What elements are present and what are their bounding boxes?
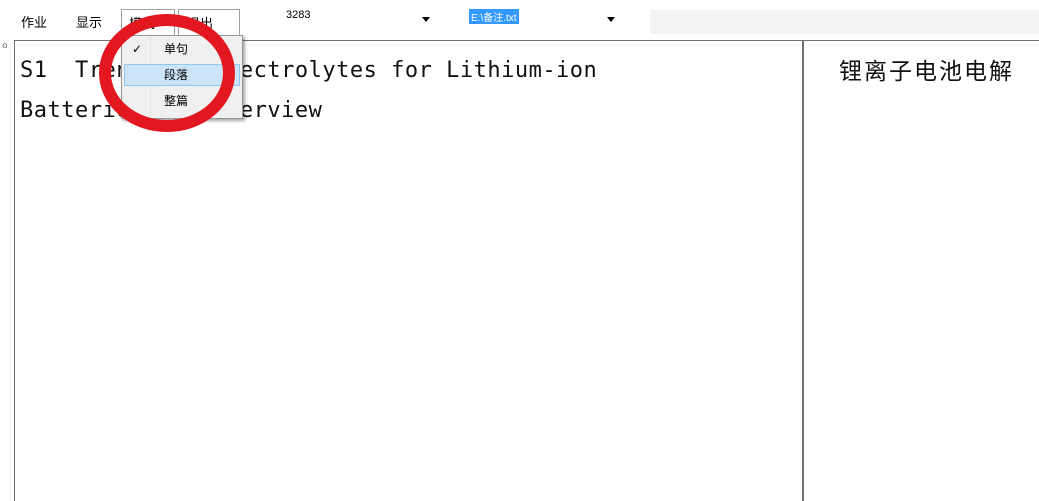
mode-dropdown-menu: ✓ 单句 段落 整篇 <box>121 35 243 119</box>
menu-exit-tab[interactable]: 退出 <box>178 9 240 36</box>
top-bar: 作业 显示 模式 退出 3283 E:\备注.txt <box>0 0 1039 36</box>
id-combo-value: 3283 <box>286 9 311 21</box>
pane-marker-icon: ⊙ <box>2 42 8 50</box>
menu-item-paragraph[interactable]: 段落 <box>124 64 240 86</box>
file-combo[interactable]: E:\备注.txt <box>467 8 619 30</box>
file-combo-value: E:\备注.txt <box>469 9 519 24</box>
menu-item-label: 单句 <box>164 42 189 56</box>
menu-mode-tab[interactable]: 模式 <box>121 9 175 36</box>
chevron-down-icon[interactable] <box>422 17 430 22</box>
check-icon: ✓ <box>132 42 143 56</box>
menu-job[interactable]: 作业 <box>21 12 47 31</box>
menu-exit[interactable]: 退出 <box>187 13 213 32</box>
menu-mode[interactable]: 模式 <box>129 13 155 32</box>
chinese-text-pane[interactable]: 锂离子电池电解 <box>803 40 1039 501</box>
menu-item-sentence[interactable]: ✓ 单句 <box>124 38 240 60</box>
chevron-down-icon[interactable] <box>607 17 615 22</box>
menu-display[interactable]: 显示 <box>76 12 102 31</box>
menu-item-label: 段落 <box>164 68 189 82</box>
menu-item-full-text[interactable]: 整篇 <box>124 90 240 112</box>
toolbar-empty-area <box>650 10 1039 34</box>
chinese-text: 锂离子电池电解 <box>839 59 1014 85</box>
id-combo[interactable]: 3283 <box>284 8 434 30</box>
menu-item-label: 整篇 <box>164 94 189 108</box>
